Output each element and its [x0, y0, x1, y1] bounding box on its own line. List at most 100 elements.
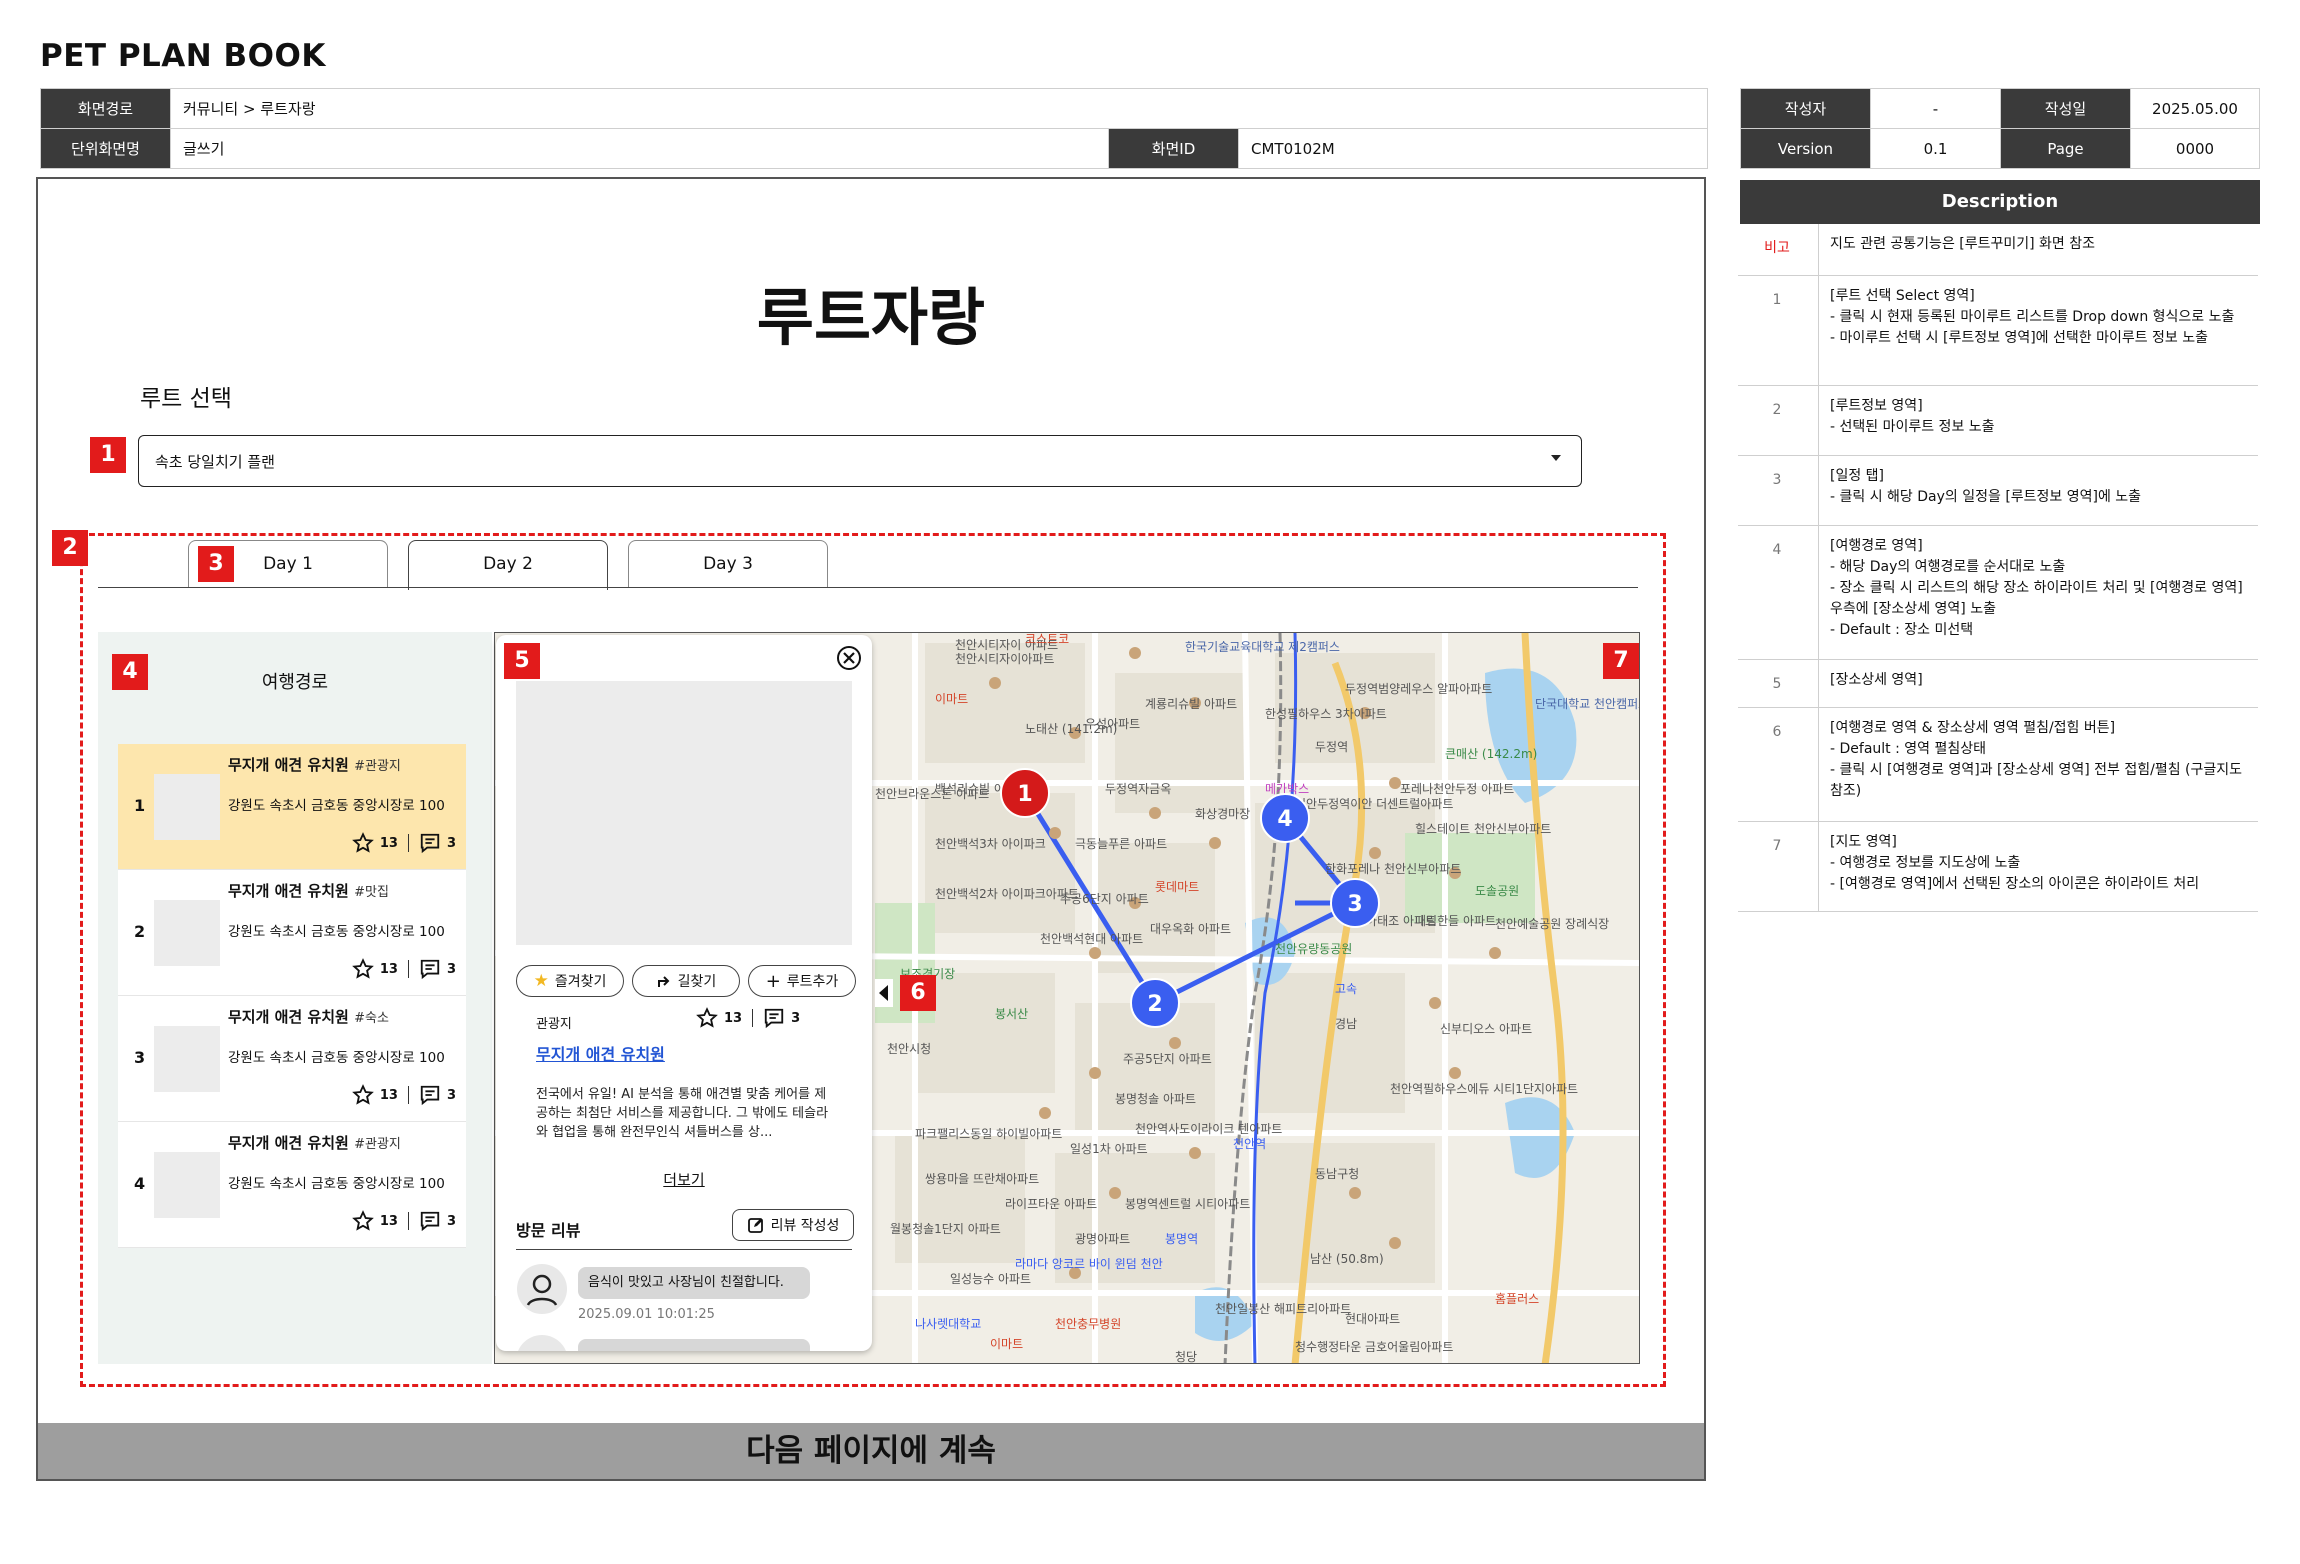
star-icon[interactable] [352, 832, 374, 854]
directions-button[interactable]: 길찾기 [632, 965, 740, 997]
row-line: - [여행경로 영역]에서 선택된 장소의 아이콘은 하이라이트 처리 [1830, 876, 2200, 892]
favorite-button-label: 즐겨찾기 [554, 974, 607, 990]
star-icon[interactable] [352, 958, 374, 980]
map-label: 봉명역 [1165, 1232, 1198, 1246]
item-stats: 13 3 [352, 832, 456, 854]
item-star-count: 13 [379, 1087, 398, 1103]
comment-icon[interactable] [419, 1210, 441, 1232]
route-select-dropdown[interactable]: 속초 당일치기 플랜 [138, 435, 1582, 487]
page-label: Page [2000, 128, 2131, 169]
collapse-toggle-icon[interactable] [875, 979, 893, 1007]
map-label: 단국대학교 천안캠퍼스 [1535, 696, 1640, 711]
divider [407, 834, 409, 852]
annotation-badge-3: 3 [198, 546, 234, 582]
row-line: [일정 탭] [1830, 468, 1885, 484]
tab-day-2[interactable]: Day 2 [408, 540, 608, 590]
item-comment-count: 3 [446, 1213, 456, 1229]
map-label: 라마다 앙코르 바이 윈덤 천안 [1015, 1256, 1163, 1271]
add-route-button[interactable]: + 루트추가 [748, 965, 856, 997]
description-row: 7 [지도 영역] - 여행경로 정보를 지도상에 노출 - [여행경로 영역]… [1738, 822, 2258, 912]
tab-divider [98, 587, 1638, 588]
item-address: 강원도 속초시 금호동 중앙시장로 100 [228, 1050, 445, 1066]
map-label: 남산 (50.8m) [1310, 1252, 1384, 1266]
item-stats: 13 3 [352, 1210, 456, 1232]
review-timestamp: 2025.09.01 10:01:25 [578, 1307, 715, 1322]
row-text: 지도 관련 공통기능은 [루트꾸미기] 화면 참조 [1830, 234, 2250, 255]
item-tag: #관광지 [354, 759, 401, 774]
author-label: 작성자 [1740, 88, 1871, 129]
item-name: 무지개 애견 유치원 #맛집 [228, 880, 389, 901]
comment-icon[interactable] [419, 958, 441, 980]
row-line: - 클릭 시 해당 Day의 일정을 [루트정보 영역]에 노출 [1830, 489, 2142, 505]
star-icon[interactable] [696, 1007, 718, 1029]
unit-value: 글쓰기 [170, 128, 1109, 169]
map-label: 두정역범양레우스 알파아파트 [1345, 682, 1492, 696]
row-number: 2 [1772, 402, 1782, 418]
review-divider [516, 1249, 852, 1250]
page-title: 루트자랑 [756, 281, 986, 354]
row-line: - Default : 장소 미선택 [1830, 622, 1974, 638]
row-line: [여행경로 영역] [1830, 538, 1923, 554]
description-row: 2 [루트정보 영역] - 선택된 마이루트 정보 노출 [1738, 386, 2258, 456]
row-text: [여행경로 영역] - 해당 Day의 여행경로를 순서대로 노출 - 장소 클… [1830, 536, 2250, 641]
place-name-link[interactable]: 무지개 애견 유치원 [536, 1041, 665, 1065]
row-number: 6 [1772, 724, 1782, 740]
map-label: 주공5단지 아파트 [1123, 1052, 1212, 1066]
item-star-count: 13 [379, 1213, 398, 1229]
map-label: 라이프타운 아파트 [1005, 1197, 1097, 1211]
close-icon[interactable] [836, 645, 862, 671]
star-icon[interactable] [352, 1210, 374, 1232]
item-comment-count: 3 [446, 961, 456, 977]
row-divider [1818, 822, 1819, 911]
comment-icon[interactable] [763, 1007, 785, 1029]
review-section-title: 방문 리뷰 [516, 1221, 581, 1240]
star-icon[interactable] [352, 1084, 374, 1106]
route-list-item[interactable]: 3 무지개 애견 유치원 #숙소 강원도 속초시 금호동 중앙시장로 100 1… [118, 996, 466, 1122]
more-link[interactable]: 더보기 [496, 1169, 872, 1190]
favorite-button[interactable]: ★ 즐겨찾기 [516, 965, 624, 997]
item-number: 1 [134, 796, 146, 815]
map-label: 코스트코 [1025, 633, 1069, 646]
comment-icon[interactable] [419, 1084, 441, 1106]
map-label: 봉서산 [995, 1007, 1028, 1021]
comment-icon[interactable] [419, 832, 441, 854]
avatar-icon [516, 1335, 568, 1351]
map-label: 이마트 [935, 692, 968, 706]
row-line: - 해당 Day의 여행경로를 순서대로 노출 [1830, 559, 2066, 575]
map-label: 천안두정역이안 더센트럴아파트 [1295, 796, 1453, 811]
path-value: 커뮤니티 > 루트자랑 [170, 88, 1708, 129]
row-line: - 선택된 마이루트 정보 노출 [1830, 419, 1995, 435]
route-list-item[interactable]: 2 무지개 애견 유치원 #맛집 강원도 속초시 금호동 중앙시장로 100 1… [118, 870, 466, 996]
route-list-item[interactable]: 1 무지개 애견 유치원 #관광지 강원도 속초시 금호동 중앙시장로 100 … [118, 744, 466, 870]
tab-day-3-label: Day 3 [703, 554, 753, 574]
route-marker-label: 2 [1147, 992, 1162, 1017]
map-label: 롯데마트 [1155, 880, 1199, 894]
map-label: 천안시티자이아파트 [955, 651, 1054, 666]
route-select-value: 속초 당일치기 플랜 [155, 452, 275, 471]
route-list-item[interactable]: 4 무지개 애견 유치원 #관광지 강원도 속초시 금호동 중앙시장로 100 … [118, 1122, 466, 1248]
row-line: - Default : 영역 펼침상태 [1830, 741, 1987, 757]
map-label: 천안역 [1233, 1136, 1266, 1151]
row-number: 4 [1772, 542, 1782, 558]
map-label: 현대아파트 [1345, 1312, 1400, 1326]
date-value: 2025.05.00 [2130, 88, 2260, 129]
annotation-badge-6: 6 [900, 975, 936, 1011]
row-number: 7 [1772, 838, 1782, 854]
id-label: 화면ID [1108, 128, 1239, 169]
place-image [516, 681, 852, 945]
row-line: - 장소 클릭 시 리스트의 해당 장소 하이라이트 처리 및 [여행경로 영역… [1830, 580, 2243, 617]
description-row: 4 [여행경로 영역] - 해당 Day의 여행경로를 순서대로 노출 - 장소… [1738, 526, 2258, 660]
add-route-button-label: 루트추가 [786, 974, 839, 990]
map-label: 한성필하우스 3차아파트 [1265, 707, 1387, 721]
item-name-text: 무지개 애견 유치원 [228, 882, 349, 900]
tab-day-2-label: Day 2 [483, 554, 533, 574]
map-label: 천안역필하우스에듀 시티1단지아파트 [1390, 1081, 1578, 1096]
annotation-badge-7: 7 [1603, 643, 1639, 679]
map-label: 쌍용마을 뜨란채아파트 [925, 1172, 1039, 1186]
row-text: [일정 탭] - 클릭 시 해당 Day의 일정을 [루트정보 영역]에 노출 [1830, 466, 2250, 508]
write-review-label: 리뷰 작성성 [770, 1218, 840, 1234]
write-review-button[interactable]: 리뷰 작성성 [732, 1209, 854, 1241]
row-text: [루트 선택 Select 영역] - 클릭 시 현재 등록된 마이루트 리스트… [1830, 286, 2250, 349]
tab-day-3[interactable]: Day 3 [628, 540, 828, 588]
item-tag: #관광지 [354, 1137, 401, 1152]
